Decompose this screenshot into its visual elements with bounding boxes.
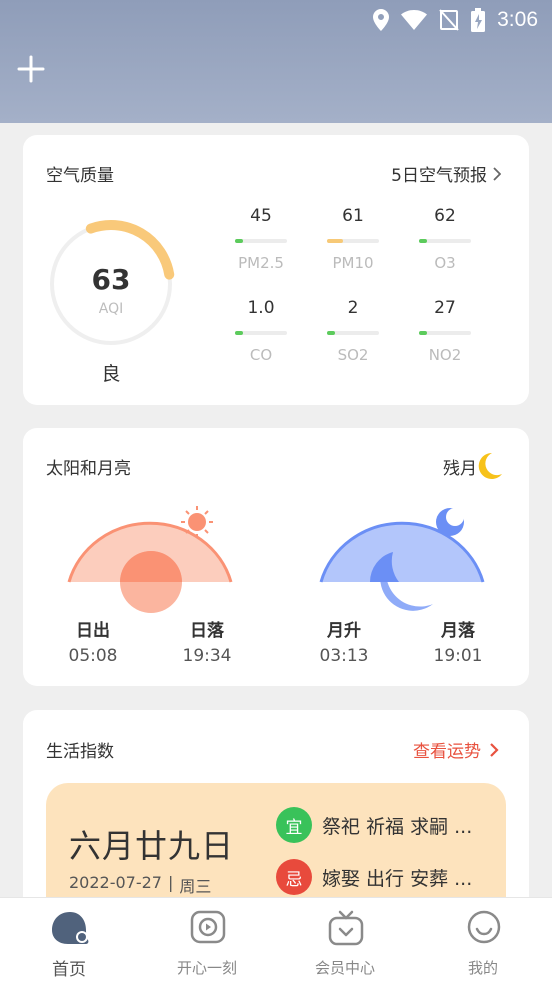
suitable-items: 祭祀 祈福 求嗣 ...: [322, 815, 473, 838]
pollutant-so2: 2 SO2: [318, 298, 388, 364]
pollutant-name: O3: [434, 254, 456, 272]
pollutant-bar: [419, 331, 471, 335]
nav-fun[interactable]: 开心一刻: [152, 898, 262, 981]
pollutant-value: 62: [434, 206, 456, 226]
pollutant-value: 27: [434, 298, 456, 318]
sunset-time: 19:34: [182, 646, 232, 666]
nav-me[interactable]: 我的: [428, 898, 538, 981]
bottom-nav: 首页 开心一刻 会员中心 我的: [0, 897, 552, 981]
moonset: 月落 19:01: [423, 616, 493, 666]
pollutant-bar: [235, 331, 287, 335]
pollutant-value: 1.0: [247, 298, 275, 318]
pollutant-bar: [327, 331, 379, 335]
header-bar: 3:06: [0, 0, 552, 123]
video-icon: [190, 910, 226, 944]
moonset-label: 月落: [441, 621, 475, 641]
moon-arc: [319, 508, 485, 611]
nav-home-label: 首页: [52, 960, 86, 980]
sun-moon-title: 太阳和月亮: [46, 459, 131, 479]
pollutant-pm10: 61 PM10: [318, 206, 388, 272]
pollutant-bar: [419, 239, 471, 243]
pollutant-bar-fill: [327, 331, 335, 335]
no-signal-icon: [439, 9, 459, 31]
pollutant-bar-fill: [235, 239, 243, 243]
sun-moon-card: 太阳和月亮 残月 日出 05:08 日落 19:34 月升 03:13 月落 1…: [23, 428, 529, 686]
nav-vip-label: 会员中心: [314, 959, 375, 977]
location-icon: [373, 9, 390, 31]
sunset-label: 日落: [190, 621, 224, 641]
status-bar: 3:06: [373, 6, 538, 34]
pollutant-name: SO2: [337, 346, 369, 364]
pollutant-name: PM10: [332, 254, 374, 272]
pollutant-bar-fill: [419, 239, 427, 243]
tv-icon: [328, 910, 364, 946]
chevron-right-icon: [490, 742, 499, 757]
aqi-level: 良: [101, 363, 121, 385]
moonrise-time: 03:13: [319, 646, 369, 666]
nav-vip[interactable]: 会员中心: [290, 898, 400, 981]
pollutant-name: PM2.5: [238, 254, 284, 272]
moon-phase-label: 残月: [443, 459, 477, 479]
moonrise: 月升 03:13: [309, 616, 379, 666]
avoid-row: 忌 嫁娶 出行 安葬 ...: [276, 859, 472, 895]
moonrise-label: 月升: [327, 621, 361, 641]
moonset-time: 19:01: [433, 646, 483, 666]
nav-fun-label: 开心一刻: [176, 959, 237, 977]
pollutant-bar: [235, 239, 287, 243]
aqi-value: 63: [91, 263, 131, 296]
pollutant-name: CO: [249, 346, 273, 364]
sunset: 日落 19:34: [172, 616, 242, 666]
air-forecast-label: 5日空气预报: [391, 166, 487, 186]
date-separator: |: [167, 873, 174, 892]
status-time: 3:06: [497, 8, 538, 31]
moon-icon: [436, 508, 464, 536]
air-forecast-link[interactable]: 5日空气预报: [391, 161, 501, 186]
pollutant-bar-fill: [235, 331, 243, 335]
pollutant-name: NO2: [428, 346, 462, 364]
battery-charging-icon: [471, 8, 486, 32]
crescent-moon-icon: [478, 452, 502, 479]
fortune-link[interactable]: 查看运势: [413, 737, 501, 762]
home-icon: [52, 912, 89, 944]
sunrise-time: 05:08: [68, 646, 118, 666]
pollutant-bar: [327, 239, 379, 243]
pollutant-bar-fill: [327, 239, 343, 243]
lunar-date: 六月廿九日: [69, 827, 235, 865]
nav-home[interactable]: 首页: [14, 898, 124, 981]
sun-arc: [67, 506, 233, 613]
wifi-icon: [401, 10, 428, 30]
avoid-items: 嫁娶 出行 安葬 ...: [322, 867, 473, 890]
fortune-link-label: 查看运势: [413, 742, 481, 762]
chevron-right-icon: [493, 166, 501, 181]
sunrise-label: 日出: [76, 621, 110, 641]
sunrise: 日出 05:08: [58, 616, 128, 666]
suitable-badge: 宜: [276, 807, 312, 843]
avoid-badge: 忌: [276, 859, 312, 895]
pollutant-o3: 62 O3: [410, 206, 480, 272]
pollutant-co: 1.0 CO: [226, 298, 296, 364]
smile-icon: [467, 910, 501, 944]
air-quality-title: 空气质量: [46, 166, 114, 186]
gregorian-date: 2022-07-27: [69, 873, 162, 892]
pollutant-value: 61: [342, 206, 364, 226]
pollutant-value: 45: [250, 206, 272, 226]
pollutant-bar-fill: [419, 331, 427, 335]
suitable-row: 宜 祭祀 祈福 求嗣 ...: [276, 807, 472, 843]
pollutant-value: 2: [347, 298, 359, 318]
nav-me-label: 我的: [467, 959, 498, 977]
weekday: 周三: [179, 877, 212, 896]
pollutant-pm25: 45 PM2.5: [226, 206, 296, 272]
air-quality-card: 空气质量 5日空气预报 63 AQI 良 45 PM2.5 61 PM10 62…: [23, 135, 529, 405]
aqi-unit: AQI: [98, 301, 124, 317]
life-index-title: 生活指数: [46, 742, 114, 762]
plus-icon[interactable]: [16, 54, 46, 84]
pollutant-no2: 27 NO2: [410, 298, 480, 364]
gregorian-date-row: 2022-07-27 | 周三: [69, 873, 211, 897]
